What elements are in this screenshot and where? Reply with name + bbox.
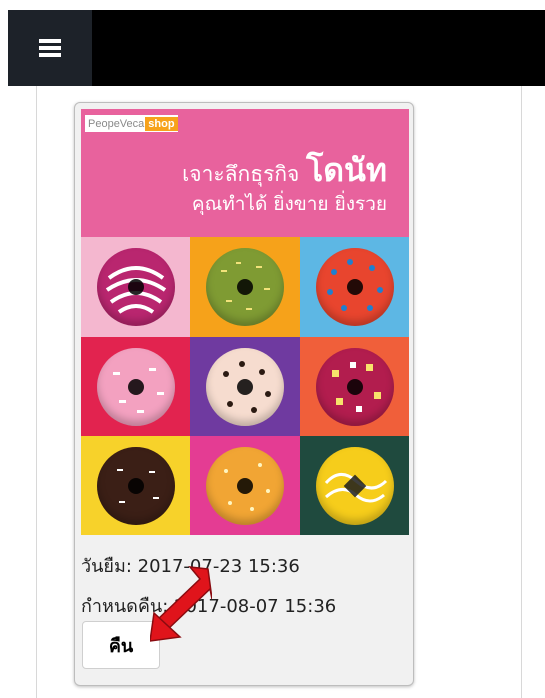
cover-header: PeopeVeca shop เจาะลึกธุรกิจ โดนัท คุณทำไ… [81, 109, 409, 237]
return-button[interactable]: คืน [82, 621, 160, 669]
donut-image [96, 347, 175, 426]
donut-image [206, 347, 284, 426]
book-cover-image[interactable]: PeopeVeca shop เจาะลึกธุรกิจ โดนัท คุณทำไ… [81, 109, 409, 535]
borrow-date-label: วันยืม: [81, 556, 132, 577]
cover-subtitle: คุณทำได้ ยิ่งขาย ยิ่งรวย [191, 193, 387, 215]
due-date-label: กำหนดคืน: [81, 596, 169, 617]
donut-image [315, 347, 394, 426]
menu-button[interactable] [8, 10, 92, 86]
donut-tile [190, 337, 300, 436]
publisher-logo: PeopeVeca shop [85, 115, 178, 132]
hamburger-menu-icon [39, 39, 61, 57]
donut-tile [300, 237, 409, 337]
donut-photo-grid [81, 237, 409, 535]
donut-image [206, 248, 284, 326]
donut-image [96, 248, 175, 326]
donut-tile [81, 337, 190, 436]
top-navigation-bar [8, 10, 545, 86]
due-date-field: กำหนดคืน: 2017-08-07 15:36 [81, 591, 336, 620]
donut-tile [300, 436, 409, 535]
donut-tile [81, 237, 190, 337]
donut-image [315, 446, 394, 525]
donut-tile [300, 337, 409, 436]
donut-image [96, 446, 175, 525]
borrowed-book-card: PeopeVeca shop เจาะลึกธุรกิจ โดนัท คุณทำไ… [74, 102, 414, 686]
donut-tile [81, 436, 190, 535]
donut-tile [190, 436, 300, 535]
donut-image [315, 248, 394, 326]
borrow-date-value: 2017-07-23 15:36 [137, 556, 300, 577]
donut-image [206, 446, 284, 525]
borrow-date-field: วันยืม: 2017-07-23 15:36 [81, 551, 300, 580]
donut-tile [190, 237, 300, 337]
due-date-value: 2017-08-07 15:36 [174, 596, 337, 617]
